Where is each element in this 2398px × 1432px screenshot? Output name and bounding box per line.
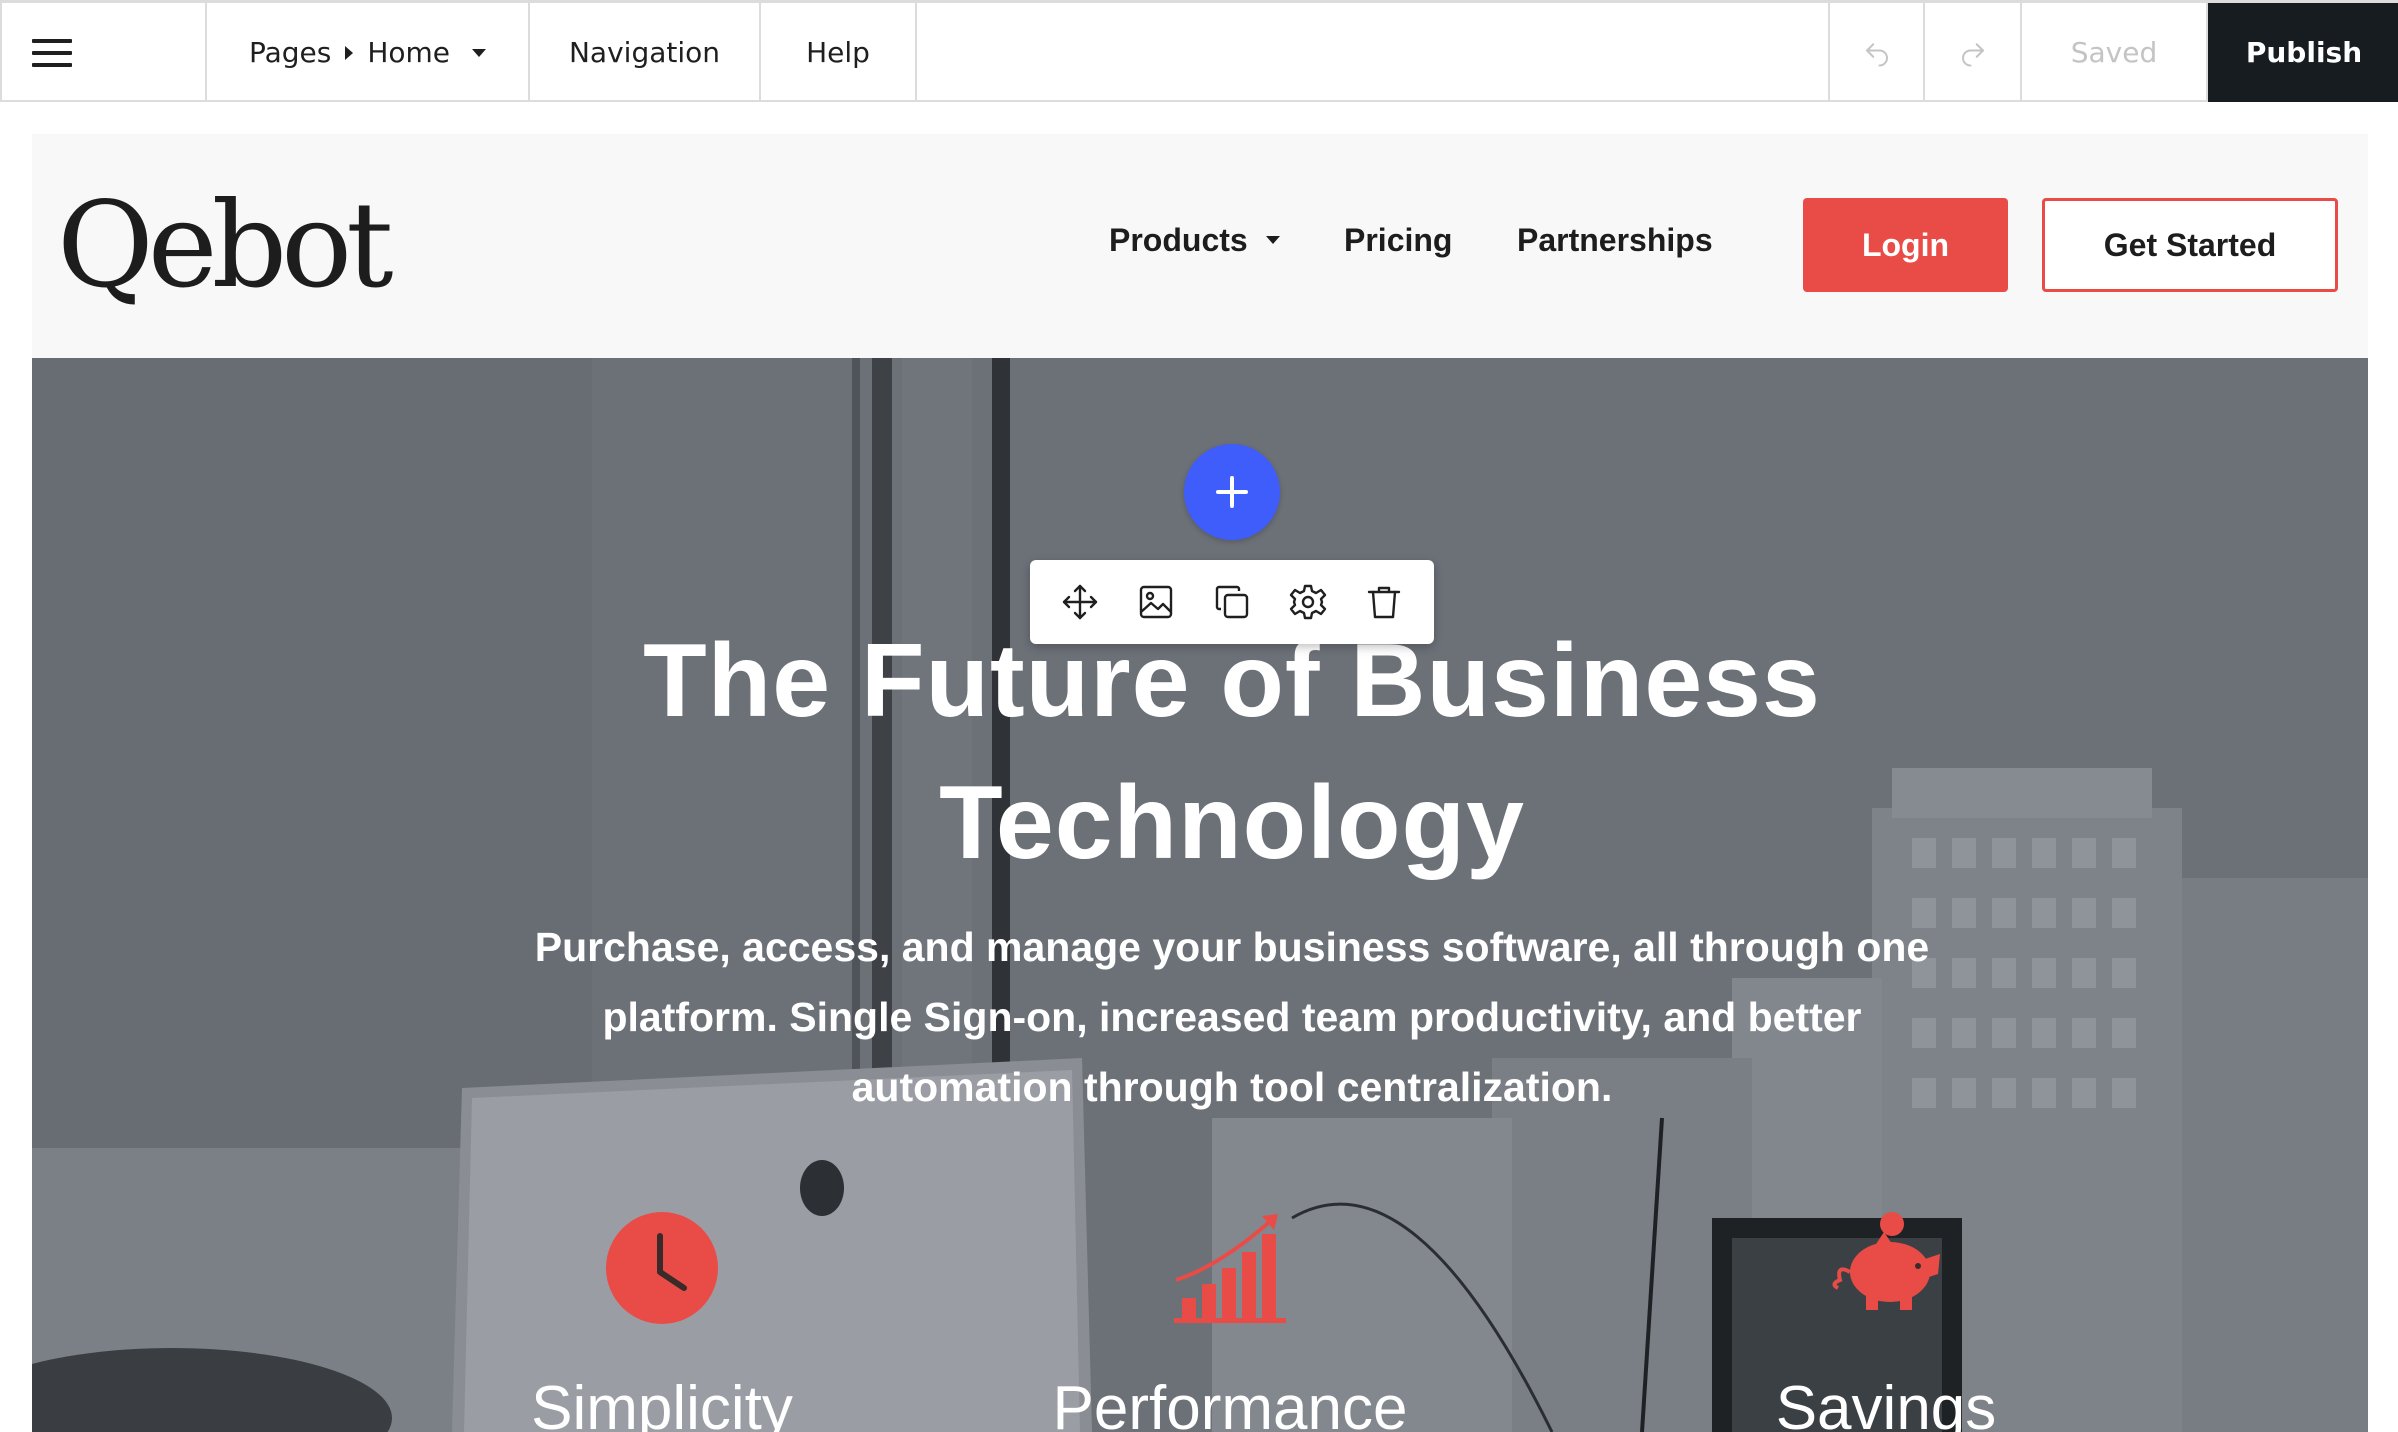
piggy-bank-icon (1832, 1212, 1940, 1310)
undo-icon (1865, 42, 1888, 66)
publish-label: Publish (2245, 36, 2363, 69)
hero-subtitle-line3: automation through tool centralization. (851, 1064, 1613, 1110)
saved-status: Saved (2022, 3, 2208, 102)
block-toolbar (1030, 560, 1434, 644)
clock-icon (606, 1212, 718, 1324)
feature-performance: Performance (1020, 1208, 1440, 1432)
duplicate-block-button[interactable] (1204, 574, 1260, 630)
block-settings-button[interactable] (1280, 574, 1336, 630)
editor-toolbar: Pages Home Navigation Help Saved Publish (0, 0, 2398, 102)
saved-label: Saved (2070, 36, 2158, 69)
add-section-button[interactable] (1184, 444, 1280, 540)
nav-pricing[interactable]: Pricing (1344, 224, 1452, 256)
login-button[interactable]: Login (1803, 198, 2008, 292)
pages-breadcrumb[interactable]: Pages Home (207, 3, 530, 102)
image-block-button[interactable] (1128, 574, 1184, 630)
site-header[interactable]: Qebot Products Pricing Partnerships Logi… (32, 134, 2368, 358)
hamburger-icon (32, 38, 72, 67)
hero-subtitle-line2: platform. Single Sign-on, increased team… (602, 994, 1862, 1040)
site-canvas: Qebot Products Pricing Partnerships Logi… (32, 134, 2368, 1432)
help-button[interactable]: Help (761, 3, 917, 102)
nav-products-label: Products (1109, 222, 1248, 258)
navigation-button[interactable]: Navigation (530, 3, 761, 102)
image-icon (1139, 585, 1173, 619)
feature-simplicity: Simplicity (452, 1208, 872, 1432)
navigation-label: Navigation (568, 36, 721, 69)
feature-label: Savings (1775, 1374, 1997, 1432)
growth-chart-icon (1174, 1214, 1286, 1323)
publish-button[interactable]: Publish (2208, 3, 2398, 102)
chevron-down-icon[interactable] (472, 48, 487, 57)
feature-label: Performance (1052, 1374, 1408, 1432)
hero-title-line2: Technology (939, 765, 1525, 881)
gear-icon (1289, 584, 1327, 620)
current-page-label[interactable]: Home (367, 36, 450, 69)
redo-button[interactable] (1925, 3, 2022, 102)
hero-subtitle-line1: Purchase, access, and manage your busine… (534, 924, 1930, 970)
undo-button[interactable] (1828, 3, 1925, 102)
help-label: Help (806, 36, 870, 69)
hero-title: The Future of Business Technology (32, 610, 2368, 894)
duplicate-icon (1215, 585, 1249, 619)
pages-label[interactable]: Pages (249, 36, 331, 69)
redo-icon (1961, 42, 1984, 66)
move-block-button[interactable] (1052, 574, 1108, 630)
chevron-down-icon (1265, 236, 1280, 244)
plus-icon (1216, 476, 1248, 508)
site-logo[interactable]: Qebot (57, 186, 394, 304)
menu-button[interactable] (2, 3, 207, 102)
nav-partnerships[interactable]: Partnerships (1517, 224, 1713, 256)
delete-block-button[interactable] (1356, 574, 1412, 630)
feature-label: Simplicity (531, 1374, 793, 1432)
trash-icon (1367, 586, 1401, 619)
feature-savings: Savings (1676, 1208, 2096, 1432)
caret-right-icon (345, 45, 354, 60)
move-icon (1062, 584, 1098, 620)
nav-products[interactable]: Products (1109, 224, 1280, 256)
get-started-button[interactable]: Get Started (2042, 198, 2338, 292)
hero-subtitle: Purchase, access, and manage your busine… (502, 912, 1962, 1122)
